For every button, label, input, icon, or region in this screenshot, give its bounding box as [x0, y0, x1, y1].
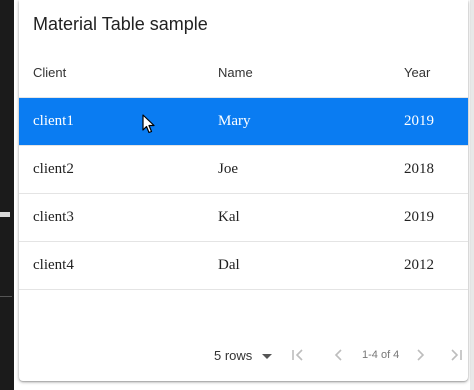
cell-client: client1 — [33, 113, 74, 129]
pagination-bar: 5 rows 1-4 of 4 — [19, 338, 468, 368]
table-title: Material Table sample — [33, 14, 208, 34]
column-header-client[interactable]: Client — [33, 65, 66, 80]
cell-year: 2012 — [404, 257, 434, 273]
right-window-edge — [470, 0, 474, 390]
table-row[interactable]: client1 Mary 2019 — [19, 98, 468, 146]
previous-page-icon[interactable] — [330, 346, 348, 364]
cell-name: Joe — [218, 161, 238, 177]
cell-client: client3 — [33, 209, 74, 225]
rows-per-page-select[interactable]: 5 rows — [214, 348, 252, 363]
edge-divider — [0, 296, 12, 297]
table-header-row: Client Name Year — [19, 57, 468, 98]
cell-year: 2019 — [404, 113, 434, 129]
cell-name: Dal — [218, 257, 240, 273]
cell-year: 2019 — [404, 209, 434, 225]
cell-client: client4 — [33, 257, 74, 273]
cell-year: 2018 — [404, 161, 434, 177]
first-page-icon[interactable] — [289, 346, 307, 364]
next-page-icon[interactable] — [411, 346, 429, 364]
table-row[interactable]: client3 Kal 2019 — [19, 194, 468, 242]
page-range-label: 1-4 of 4 — [362, 349, 400, 361]
table-row[interactable]: client4 Dal 2012 — [19, 242, 468, 290]
last-page-icon[interactable] — [447, 346, 465, 364]
material-table-card: Material Table sample Client Name Year c… — [19, 0, 468, 381]
chevron-down-icon[interactable] — [262, 354, 272, 359]
column-header-year[interactable]: Year — [404, 65, 430, 80]
cell-name: Kal — [218, 209, 240, 225]
mouse-pointer-icon — [142, 114, 155, 134]
column-header-name[interactable]: Name — [218, 65, 253, 80]
edge-marker — [0, 212, 10, 217]
cell-client: client2 — [33, 161, 74, 177]
cell-name: Mary — [218, 113, 251, 129]
left-window-edge — [0, 0, 14, 390]
table-row[interactable]: client2 Joe 2018 — [19, 146, 468, 194]
